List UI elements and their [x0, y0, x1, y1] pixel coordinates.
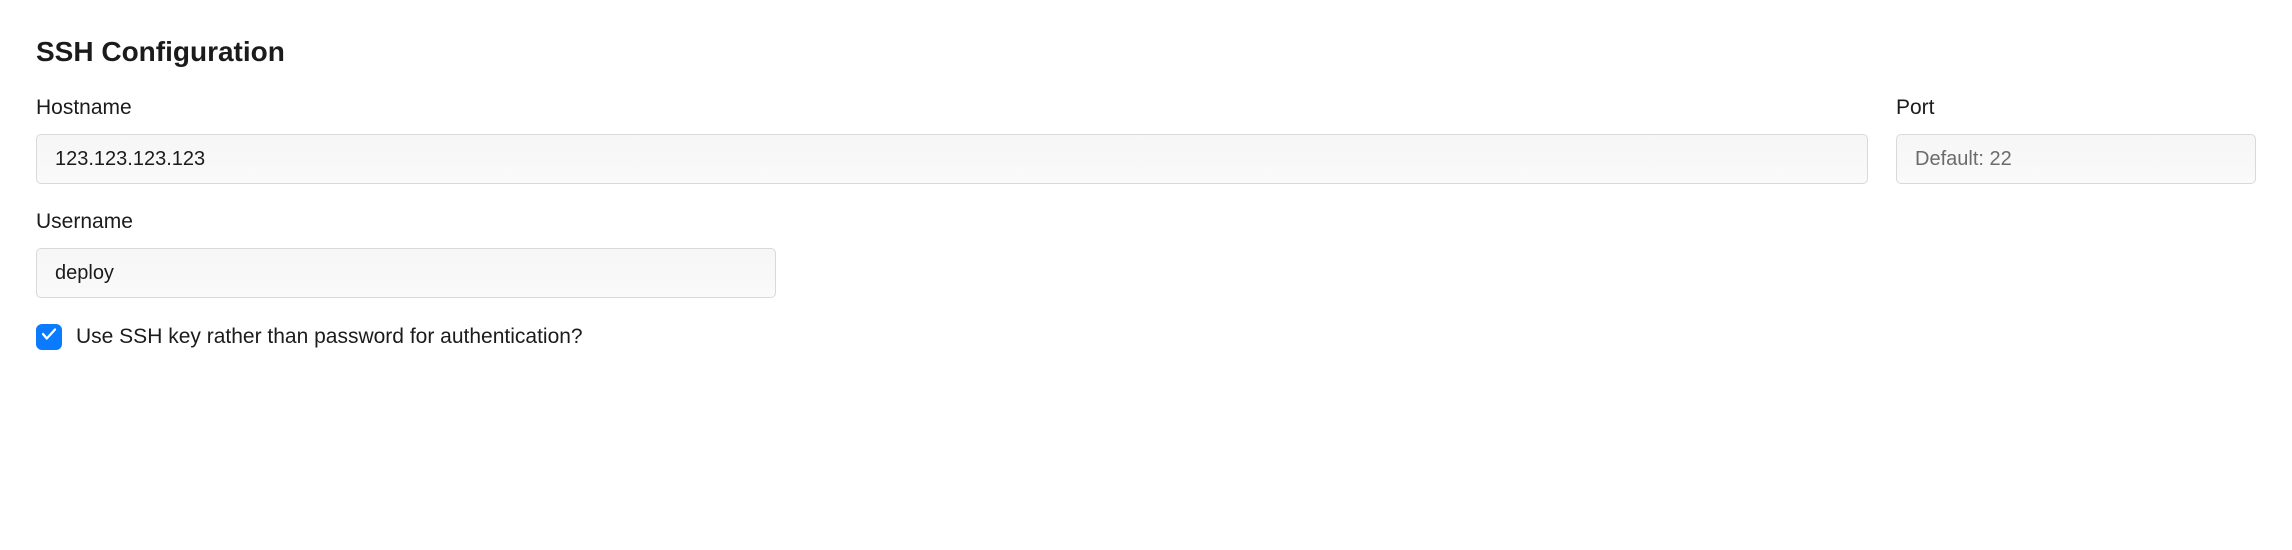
hostname-label: Hostname	[36, 96, 1868, 120]
hostname-field-group: Hostname	[36, 96, 1868, 184]
ssh-key-checkbox-label[interactable]: Use SSH key rather than password for aut…	[76, 325, 583, 349]
ssh-key-checkbox[interactable]	[36, 324, 62, 350]
hostname-port-row: Hostname Port	[36, 96, 2256, 184]
ssh-key-checkbox-row: Use SSH key rather than password for aut…	[36, 324, 2256, 350]
port-input[interactable]	[1896, 134, 2256, 184]
username-field-group: Username	[36, 210, 776, 298]
ssh-configuration-section: SSH Configuration Hostname Port Username…	[36, 36, 2256, 350]
section-title: SSH Configuration	[36, 36, 2256, 68]
port-field-group: Port	[1896, 96, 2256, 184]
check-icon	[40, 325, 58, 349]
hostname-input[interactable]	[36, 134, 1868, 184]
username-label: Username	[36, 210, 776, 234]
username-input[interactable]	[36, 248, 776, 298]
port-label: Port	[1896, 96, 2256, 120]
username-row: Username	[36, 210, 2256, 298]
